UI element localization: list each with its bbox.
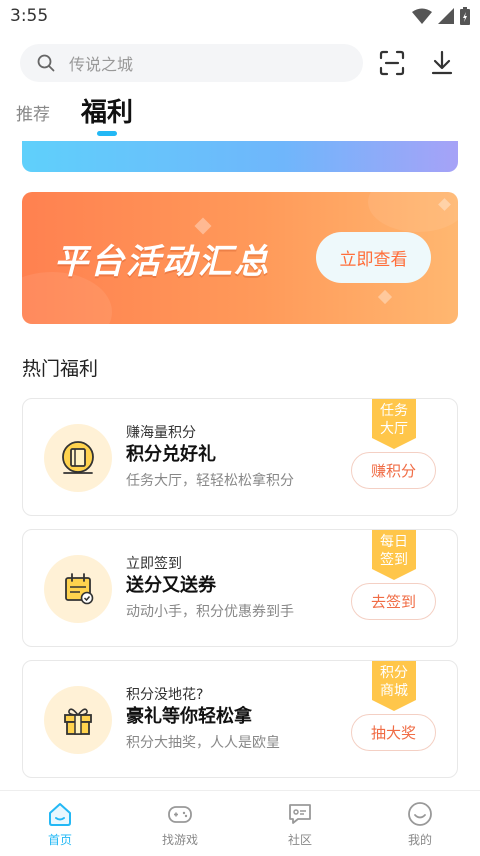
scan-button[interactable] — [378, 49, 406, 77]
card-icon-circle — [44, 686, 112, 754]
card-subtitle: 赚海量积分 — [126, 425, 196, 441]
card-title: 豪礼等你轻松拿 — [126, 706, 252, 727]
chat-icon — [289, 804, 311, 824]
ribbon-line: 大厅 — [380, 421, 408, 437]
status-time: 3:55 — [10, 6, 49, 26]
card-description: 任务大厅，轻轻松松拿积分 — [126, 473, 294, 489]
nav-home[interactable]: 首页 — [20, 791, 100, 856]
battery-icon — [460, 7, 470, 25]
search-bar[interactable]: 传说之城 — [20, 44, 363, 82]
nav-community[interactable]: 社区 — [260, 791, 340, 856]
gamepad-icon — [168, 806, 192, 823]
sparkle-icon — [194, 217, 212, 235]
search-placeholder: 传说之城 — [69, 55, 134, 74]
ribbon-line: 积分 — [380, 665, 408, 681]
section-title: 热门福利 — [22, 358, 99, 380]
check-in-button[interactable]: 去签到 — [351, 583, 436, 620]
smile-icon — [408, 802, 432, 826]
card-ribbon: 任务 大厅 — [372, 399, 416, 449]
activity-banner[interactable]: 平台活动汇总 立即查看 — [22, 192, 458, 324]
ribbon-line: 商城 — [380, 683, 408, 699]
card-icon-circle — [44, 424, 112, 492]
tab-recommend[interactable]: 推荐 — [16, 100, 50, 125]
tab-indicator — [97, 131, 117, 136]
tab-bar: 推荐 福利 — [0, 92, 480, 140]
card-description: 积分大抽奖，人人是欧皇 — [126, 735, 280, 751]
nav-label: 首页 — [47, 833, 72, 847]
welfare-card[interactable]: 积分没地花? 豪礼等你轻松拿 积分大抽奖，人人是欧皇 积分 商城 抽大奖 — [22, 660, 458, 778]
card-icon-circle — [44, 555, 112, 623]
welfare-card[interactable]: 赚海量积分 积分兑好礼 任务大厅，轻轻松松拿积分 任务 大厅 赚积分 — [22, 398, 458, 516]
banner-title: 平台活动汇总 — [54, 242, 270, 282]
scan-icon — [379, 50, 405, 76]
nav-label: 社区 — [287, 833, 312, 847]
bottom-nav: 首页 找游戏 社区 我的 — [0, 790, 480, 855]
card-subtitle: 积分没地花? — [126, 687, 204, 703]
calendar-check-icon — [65, 573, 94, 605]
download-button[interactable] — [428, 49, 456, 77]
card-ribbon: 每日 签到 — [372, 530, 416, 580]
card-ribbon: 积分 商城 — [372, 661, 416, 711]
carousel-banner[interactable] — [22, 141, 458, 172]
nav-mine[interactable]: 我的 — [380, 791, 460, 856]
book-coin-icon — [62, 441, 94, 474]
lottery-button[interactable]: 抽大奖 — [351, 714, 436, 751]
signal-icon — [438, 8, 454, 24]
ribbon-line: 任务 — [380, 403, 408, 419]
nav-label: 找游戏 — [161, 833, 198, 847]
home-icon — [49, 803, 71, 826]
view-now-button[interactable]: 立即查看 — [316, 232, 431, 283]
gift-box-icon — [64, 708, 92, 735]
ribbon-line: 每日 — [380, 534, 408, 550]
tab-welfare[interactable]: 福利 — [81, 92, 133, 129]
welfare-card[interactable]: 立即签到 送分又送券 动动小手，积分优惠券到手 每日 签到 去签到 — [22, 529, 458, 647]
ribbon-line: 签到 — [380, 552, 408, 568]
status-icons — [412, 7, 470, 25]
card-title: 积分兑好礼 — [126, 444, 216, 465]
status-bar: 3:55 — [0, 0, 480, 34]
sparkle-icon — [377, 289, 393, 305]
download-icon — [431, 50, 453, 75]
earn-points-button[interactable]: 赚积分 — [351, 452, 436, 489]
card-title: 送分又送券 — [126, 575, 216, 596]
wifi-icon — [412, 8, 432, 24]
nav-find-game[interactable]: 找游戏 — [140, 791, 220, 856]
card-description: 动动小手，积分优惠券到手 — [126, 604, 294, 620]
nav-label: 我的 — [407, 833, 432, 847]
card-subtitle: 立即签到 — [126, 556, 182, 572]
search-icon — [37, 54, 55, 72]
